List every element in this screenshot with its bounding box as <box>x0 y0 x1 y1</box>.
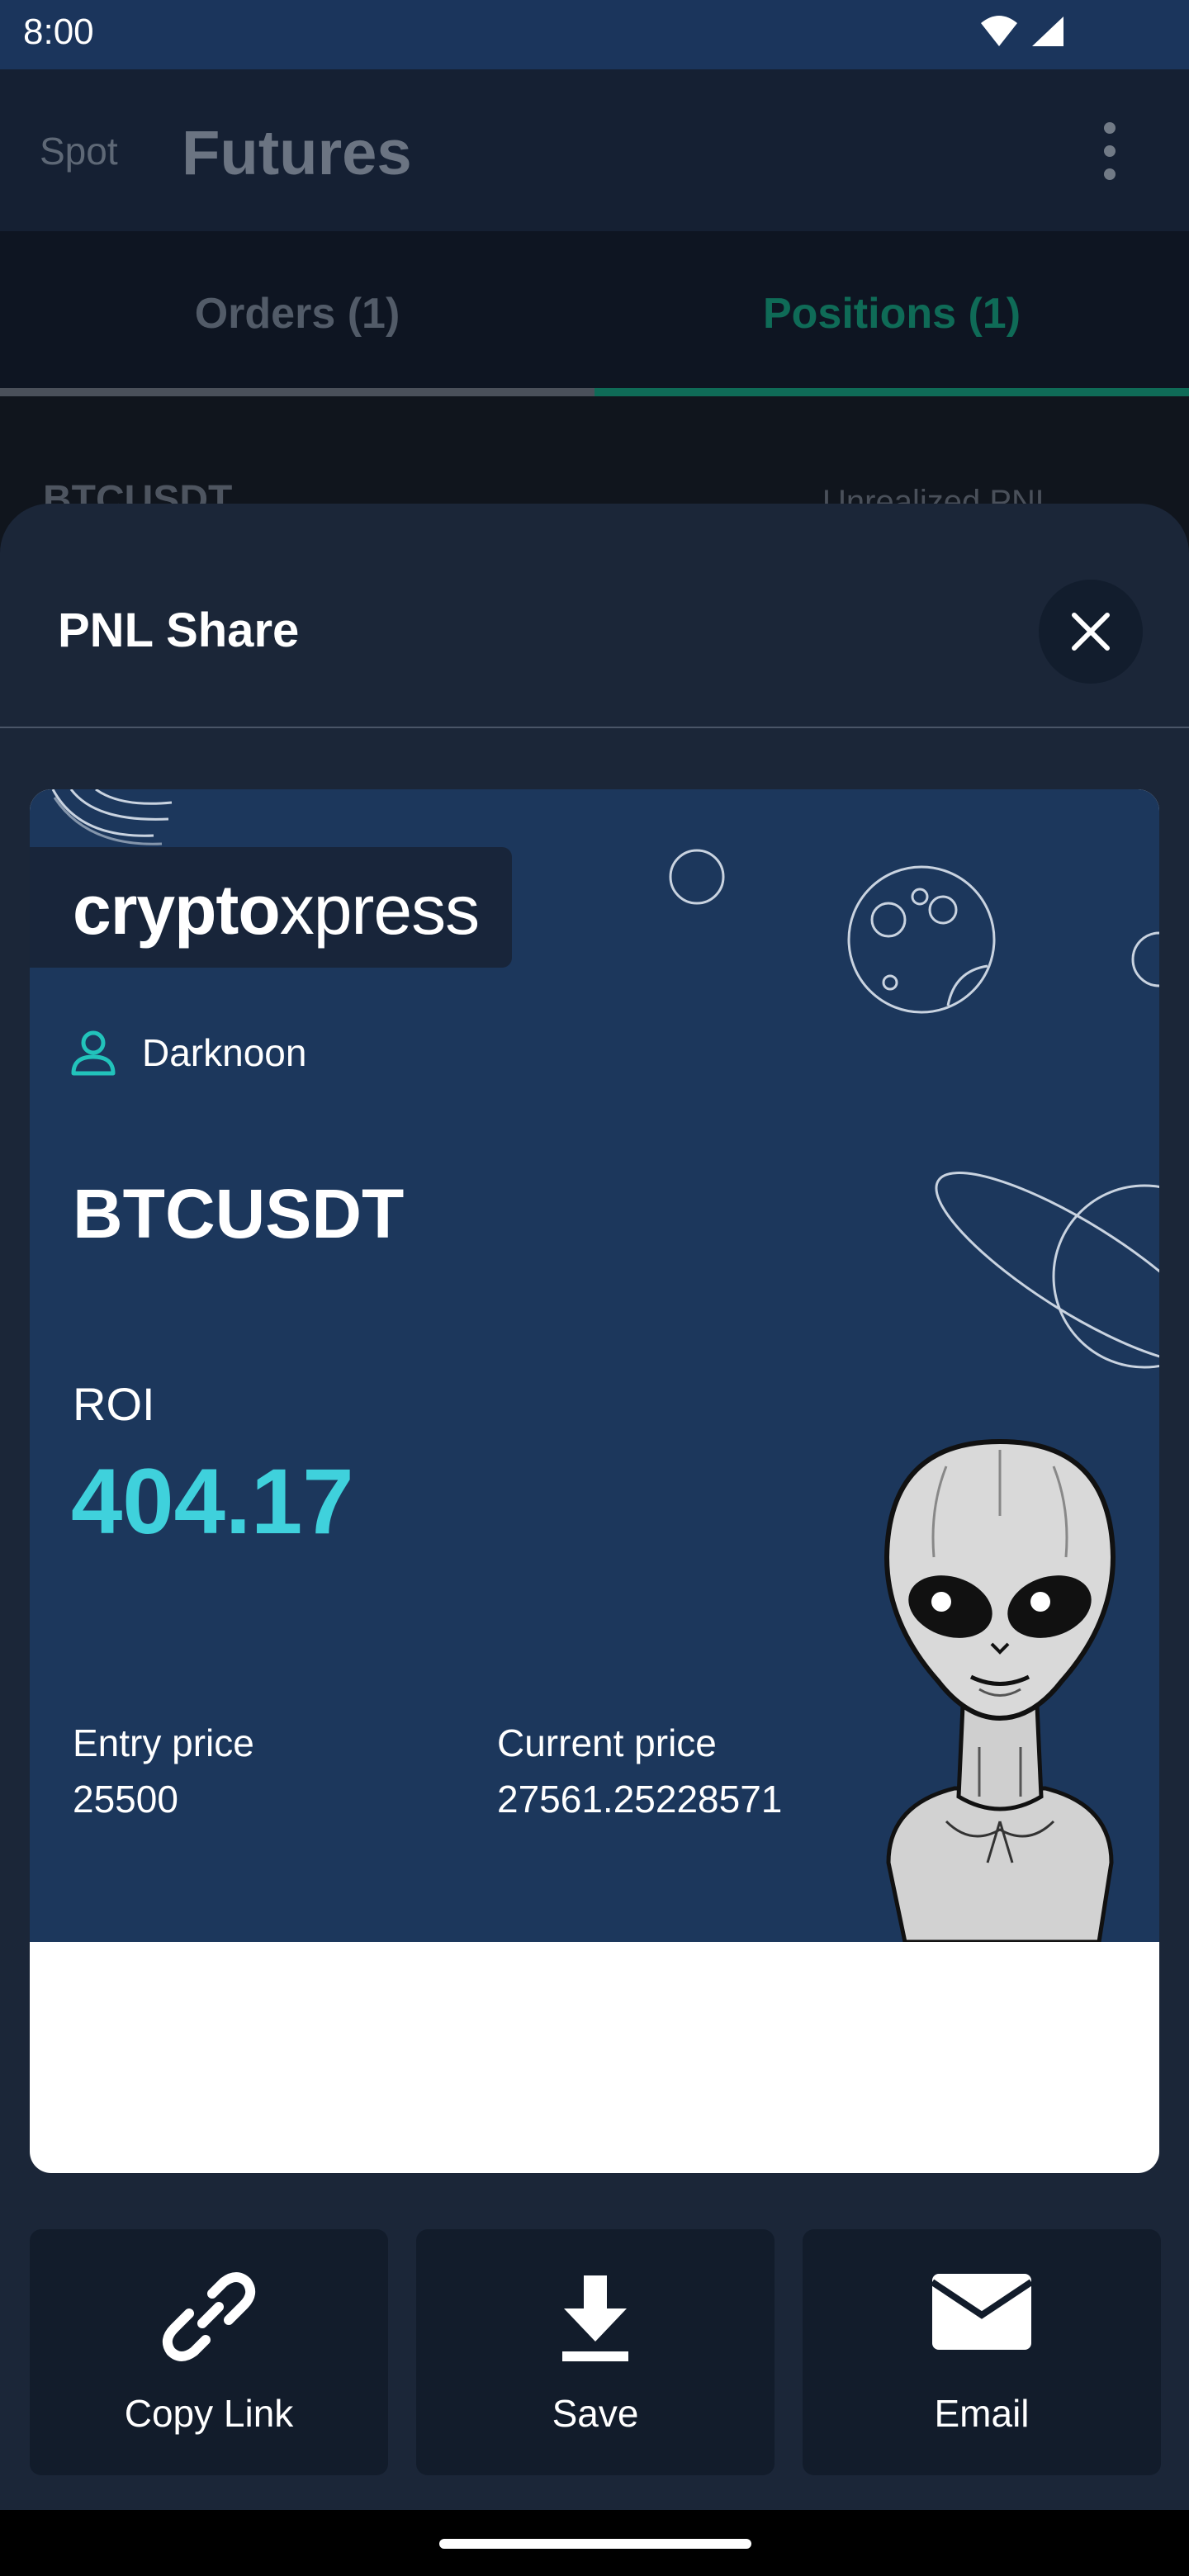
order-tabs: Orders (1) Positions (1) <box>0 231 1189 396</box>
email-label: Email <box>934 2392 1030 2435</box>
pnl-share-card: cryptoxpress Darknoon BTCUSDT ROI 404.17… <box>30 789 1159 2173</box>
save-label: Save <box>552 2392 639 2435</box>
email-button[interactable]: Email <box>803 2229 1161 2475</box>
close-button[interactable] <box>1039 580 1143 684</box>
tab-underline-active <box>594 388 1189 396</box>
home-indicator[interactable] <box>439 2539 751 2549</box>
alien-mascot-illustration <box>883 1438 1116 1942</box>
sheet-title: PNL Share <box>58 604 300 657</box>
tab-futures[interactable]: Futures <box>182 117 412 189</box>
user-row: Darknoon <box>69 1029 306 1077</box>
sheet-divider <box>0 727 1189 728</box>
system-nav-bar <box>0 2510 1189 2576</box>
status-time: 8:00 <box>23 12 94 52</box>
app-header: Spot Futures <box>0 69 1189 231</box>
pnl-share-sheet: PNL Share cryptoxpress Darknoon BTCUSDT … <box>0 504 1189 2510</box>
current-price-label: Current price <box>497 1721 717 1764</box>
card-body: cryptoxpress Darknoon BTCUSDT ROI 404.17… <box>30 789 1159 1942</box>
mail-icon <box>931 2274 1033 2350</box>
status-icons <box>979 15 1065 48</box>
status-bar: 8:00 <box>0 0 1189 69</box>
more-menu-icon[interactable] <box>1100 122 1120 180</box>
download-icon <box>562 2275 628 2361</box>
tab-orders[interactable]: Orders (1) <box>0 231 594 396</box>
copy-link-label: Copy Link <box>124 2392 294 2435</box>
roi-label: ROI <box>73 1378 155 1430</box>
save-button[interactable]: Save <box>416 2229 775 2475</box>
current-price-value: 27561.25228571 <box>497 1778 783 1821</box>
wifi-icon <box>981 16 1017 46</box>
user-icon <box>71 1030 116 1076</box>
tab-underline-inactive <box>0 388 594 396</box>
brand-logo: cryptoxpress <box>30 847 512 968</box>
close-icon <box>1072 613 1110 651</box>
entry-price-label: Entry price <box>73 1721 254 1764</box>
signal-icon <box>1032 17 1063 46</box>
brand-wordmark: cryptoxpress <box>73 871 480 949</box>
link-icon <box>162 2272 256 2361</box>
tab-positions[interactable]: Positions (1) <box>594 231 1189 396</box>
copy-link-button[interactable]: Copy Link <box>30 2229 388 2475</box>
username: Darknoon <box>142 1031 307 1074</box>
roi-value: 404.17 <box>71 1450 354 1553</box>
entry-price-value: 25500 <box>73 1778 178 1821</box>
trading-pair: BTCUSDT <box>73 1175 405 1252</box>
tab-spot[interactable]: Spot <box>40 129 118 173</box>
